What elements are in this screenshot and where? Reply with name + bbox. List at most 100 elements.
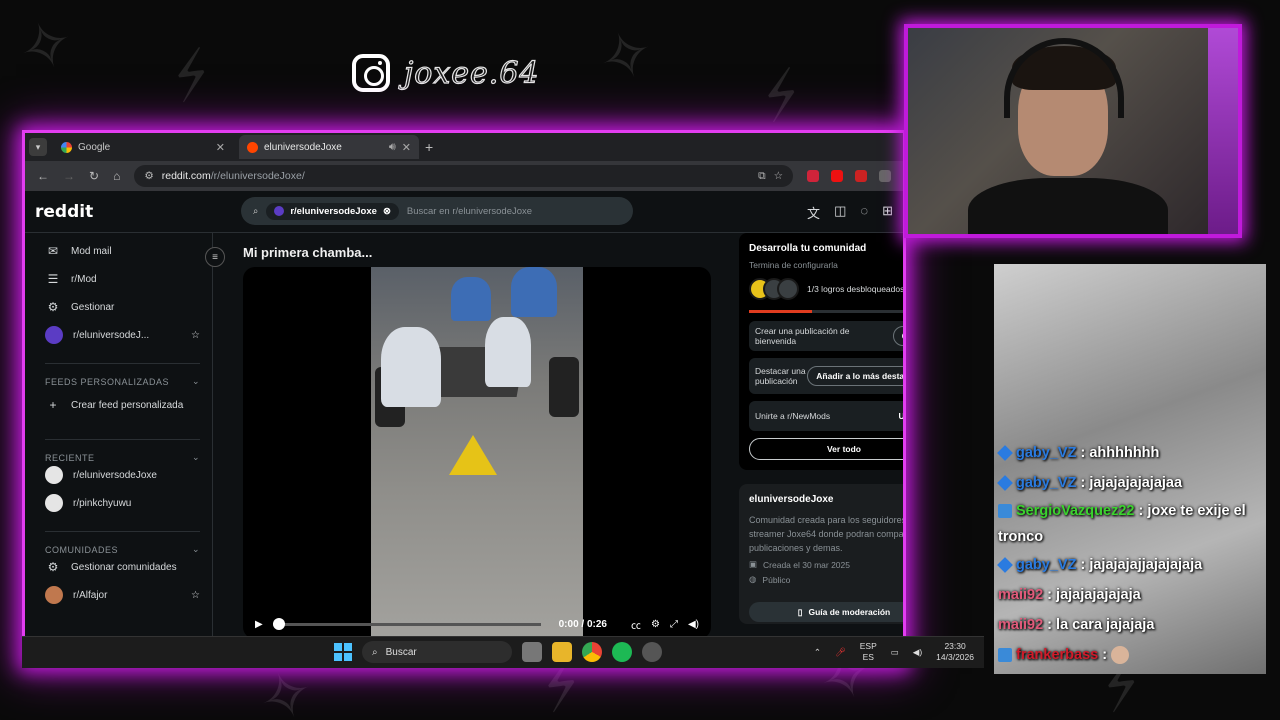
reddit-logo[interactable]: reddit [35, 202, 245, 222]
recent-item[interactable]: r/pinkchyuwu [45, 489, 200, 517]
join-button[interactable]: Unirse [891, 407, 903, 425]
create-feed-label: Crear feed personalizada [71, 399, 184, 411]
speaker-icon[interactable]: 🔊︎ [389, 141, 396, 154]
site-info-icon[interactable]: ⚙ [144, 170, 153, 182]
chat-message: gaby_VZ : ahhhhhhh [997, 438, 1262, 468]
headset [1004, 38, 1124, 118]
achievements-row[interactable]: 1/3 logros desbloqueados [749, 278, 903, 300]
post-title[interactable]: Mi primera chamba... [243, 245, 713, 260]
instagram-overlay: joxee.64 [352, 54, 540, 92]
search-community-chip[interactable]: r/eluniversodeJoxe ⊗ [266, 202, 399, 220]
favorite-star-icon[interactable]: ☆ [191, 590, 200, 601]
collapse-sidebar-button[interactable]: ≡ [205, 247, 225, 267]
left-sidebar: ✉ Mod mail ☰ r/Mod ⚙ Gestionar r/elunive… [25, 233, 213, 665]
community-description: Comunidad creada para los seguidores del… [749, 515, 906, 553]
spotify-icon[interactable] [612, 642, 632, 662]
install-icon[interactable]: ⧉ [758, 170, 766, 183]
communities-heading[interactable]: COMUNIDADES ⌄ [45, 531, 200, 555]
volume-icon[interactable]: ◀) [688, 619, 699, 630]
add-highlight-button[interactable]: Añadir a lo más destacado [807, 366, 903, 386]
back-icon[interactable]: ← [37, 169, 49, 183]
chat-message: gaby_VZ : jajajajajajajaa [997, 468, 1262, 498]
emote-icon [1111, 646, 1130, 665]
taskbar-apps: ⌕ Buscar [334, 641, 662, 663]
create-post-icon[interactable]: ⊞ [882, 203, 893, 222]
address-bar: ← → ↻ ⌂ ⚙ reddit.com/r/eluniversodeJoxe/… [25, 161, 903, 191]
advertise-icon[interactable]: ◫ [834, 203, 846, 222]
home-icon[interactable]: ⌂ [113, 169, 120, 183]
chat-message: gaby_VZ : jajajajajjajajajaja [997, 550, 1262, 580]
browser-window: ▾ Google ✕ eluniversodeJoxe 🔊︎ ✕ + ← → ↻… [22, 130, 906, 668]
windows-start-icon[interactable] [334, 643, 352, 661]
taskbar-search[interactable]: ⌕ Buscar [362, 641, 512, 663]
settings-icon[interactable]: ⚙ [651, 619, 660, 630]
extensions-bar [807, 170, 891, 182]
fullscreen-icon[interactable]: ⤢ [670, 619, 678, 630]
url-field[interactable]: ⚙ reddit.com/r/eluniversodeJoxe/ ⧉ ☆ [134, 165, 793, 187]
captions-icon[interactable]: ㏄ [631, 617, 641, 632]
sidebar-item-manage[interactable]: ⚙ Gestionar [45, 293, 200, 321]
close-tab-icon[interactable]: ✕ [216, 141, 225, 154]
task-view-icon[interactable] [522, 642, 542, 662]
about-community-card: eluniversodeJoxe ✎ Comunidad creada para… [739, 484, 906, 624]
section-heading: RECIENTE [45, 452, 95, 463]
search-icon: ⌕ [372, 646, 378, 658]
favorite-star-icon[interactable]: ☆ [191, 330, 200, 341]
section-heading: COMUNIDADES [45, 544, 119, 555]
mail-icon: ✉ [47, 244, 59, 258]
clear-chip-icon[interactable]: ⊗ [383, 206, 391, 217]
chat-icon[interactable]: ◌ [860, 203, 868, 222]
chip-label: r/eluniversodeJoxe [290, 205, 377, 217]
create-feed-button[interactable]: + Crear feed personalizada [45, 385, 200, 425]
sidebar-item-mod[interactable]: ☰ r/Mod [45, 265, 200, 293]
recent-heading[interactable]: RECIENTE ⌄ [45, 439, 200, 463]
url-path: /r/eluniversodeJoxe/ [210, 170, 305, 182]
task-join-newmods: Unirte a r/NewMods Unirse [749, 401, 903, 431]
search-input[interactable]: ⌕ r/eluniversodeJoxe ⊗ Buscar en r/eluni… [241, 197, 633, 225]
community-item[interactable]: r/Alfajor ☆ [45, 581, 200, 609]
chevron-up-icon[interactable]: ⌃ [814, 647, 821, 658]
manage-communities-button[interactable]: ⚙ Gestionar comunidades [45, 553, 200, 581]
see-all-button[interactable]: Ver todo [749, 438, 903, 460]
extension-icon[interactable] [807, 170, 819, 182]
moderation-guide-button[interactable]: ▯ Guía de moderación [749, 602, 903, 622]
bookmark-star-icon[interactable]: ☆ [774, 170, 783, 182]
video-player[interactable]: ▶ 0:00 / 0:26 ㏄ ⚙ ⤢ ◀) [243, 267, 711, 639]
extension-icon[interactable] [831, 170, 843, 182]
volume-icon[interactable]: ◀) [913, 647, 922, 658]
task-highlight-post: Destacar una publicación Añadir a lo más… [749, 358, 903, 394]
translate-icon[interactable]: 文 [807, 203, 820, 222]
file-explorer-icon[interactable] [552, 642, 572, 662]
right-column: Desarrolla tu comunidad ⌃ Termina de con… [739, 233, 906, 665]
task-label: Destacar una publicación [755, 366, 806, 386]
recent-item[interactable]: r/eluniversodeJoxe [45, 461, 200, 489]
sidebar-item-mod-mail[interactable]: ✉ Mod mail [45, 237, 200, 265]
obs-icon[interactable] [642, 642, 662, 662]
community-avatar [274, 206, 285, 216]
reload-icon[interactable]: ↻ [89, 169, 99, 183]
visibility: ◍ Público [749, 574, 903, 585]
new-tab-button[interactable]: + [425, 139, 433, 155]
tab-search-button[interactable]: ▾ [29, 138, 47, 156]
microphone-icon[interactable]: 🎤︎ [835, 647, 846, 658]
play-icon[interactable]: ▶ [255, 619, 263, 630]
sidebar-item-community[interactable]: r/eluniversodeJ... ☆ [45, 321, 200, 349]
tab-bar: ▾ Google ✕ eluniversodeJoxe 🔊︎ ✕ + [25, 133, 903, 161]
tab-reddit[interactable]: eluniversodeJoxe 🔊︎ ✕ [239, 135, 419, 159]
forward-icon[interactable]: → [63, 169, 75, 183]
chat-username: gaby_VZ [1016, 475, 1077, 491]
clock[interactable]: 23:30 14/3/2026 [936, 641, 974, 663]
time: 23:30 [944, 641, 966, 651]
adblock-icon[interactable] [855, 170, 867, 182]
instagram-handle: joxee.64 [403, 55, 540, 91]
feeds-heading[interactable]: FEEDS PERSONALIZADAS ⌄ [45, 363, 200, 387]
language-indicator[interactable]: ESP ES [860, 641, 877, 663]
close-tab-icon[interactable]: ✕ [402, 141, 411, 154]
create-button[interactable]: Crear [892, 326, 903, 346]
chrome-icon[interactable] [582, 642, 602, 662]
tab-google[interactable]: Google ✕ [53, 135, 233, 159]
sidebar-item-label: r/Mod [71, 273, 97, 285]
network-icon[interactable]: ▭ [891, 647, 899, 658]
video-scrubber[interactable] [272, 617, 541, 630]
extensions-icon[interactable] [879, 170, 891, 182]
